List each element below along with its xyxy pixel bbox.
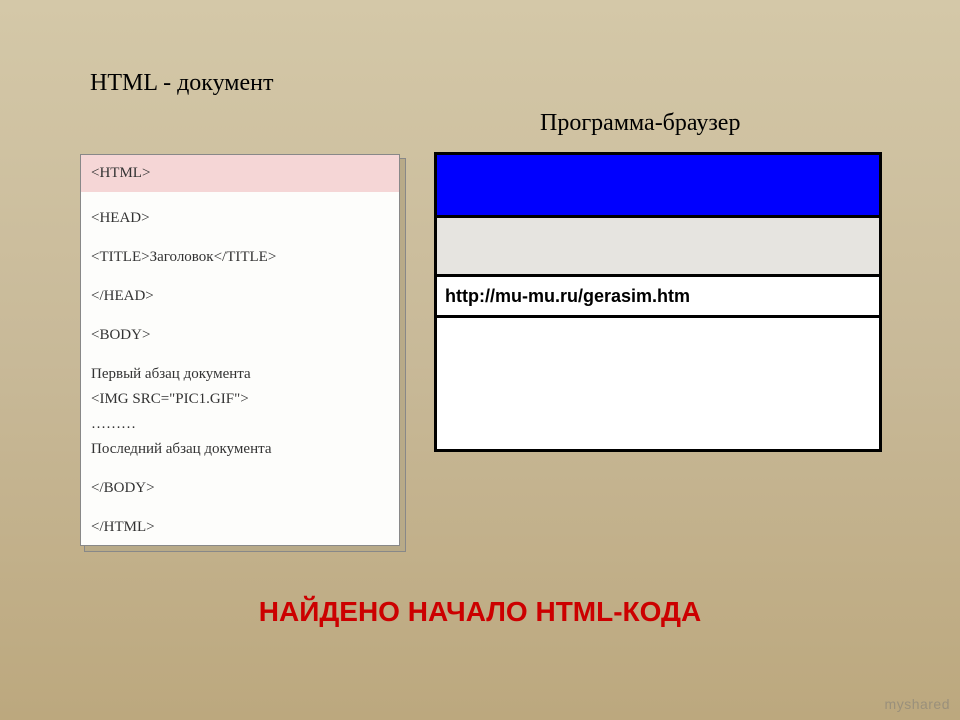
watermark: myshared <box>885 696 950 712</box>
browser-address-bar[interactable]: http://mu-mu.ru/gerasim.htm <box>437 277 879 318</box>
code-line-body-close: </BODY> <box>81 476 399 501</box>
code-line-head-close: </HEAD> <box>81 284 399 309</box>
code-line-body-open: <BODY> <box>81 323 399 348</box>
code-spacer <box>81 270 399 284</box>
code-line-img: <IMG SRC="PIC1.GIF"> <box>81 387 399 412</box>
code-spacer <box>81 309 399 323</box>
code-line-html-open: <HTML> <box>81 155 399 192</box>
code-line-paragraph-last: Последний абзац документа <box>81 437 399 462</box>
code-line-paragraph-first: Первый абзац документа <box>81 362 399 387</box>
browser-toolbar <box>437 218 879 277</box>
code-spacer <box>81 231 399 245</box>
code-line-head-open: <HEAD> <box>81 206 399 231</box>
browser-url-text: http://mu-mu.ru/gerasim.htm <box>445 286 690 307</box>
code-line-title: <TITLE>Заголовок</TITLE> <box>81 245 399 270</box>
code-line-dots: ……… <box>81 412 399 437</box>
code-spacer <box>81 501 399 515</box>
browser-window: http://mu-mu.ru/gerasim.htm <box>434 152 882 452</box>
code-spacer <box>81 348 399 362</box>
code-spacer <box>81 192 399 206</box>
code-spacer <box>81 462 399 476</box>
code-line-html-close: </HTML> <box>81 515 399 540</box>
html-document-label: HTML - документ <box>90 70 273 97</box>
browser-program-label: Программа-браузер <box>540 110 740 137</box>
html-source-box: <HTML> <HEAD> <TITLE>Заголовок</TITLE> <… <box>80 154 400 546</box>
browser-titlebar <box>437 155 879 218</box>
slide-caption: НАЙДЕНО НАЧАЛО HTML-КОДА <box>0 596 960 628</box>
